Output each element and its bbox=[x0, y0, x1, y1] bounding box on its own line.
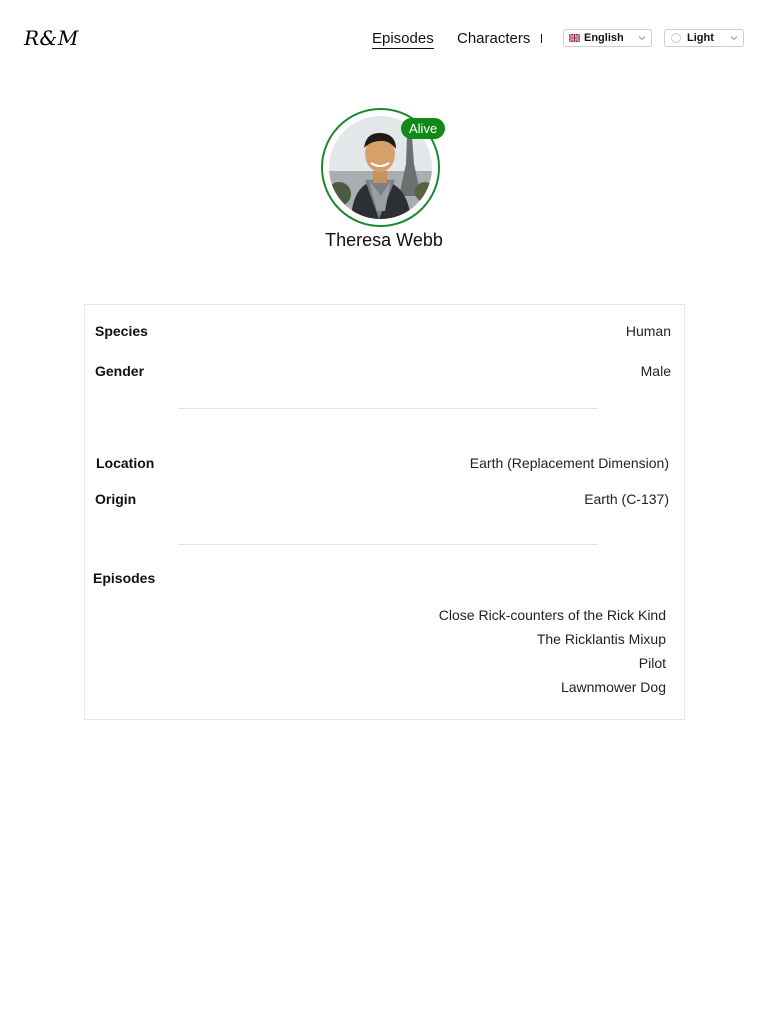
gender-value: Male bbox=[640, 363, 671, 379]
language-select[interactable]: English bbox=[563, 29, 652, 47]
episode-list: Close Rick-counters of the Rick Kind The… bbox=[439, 603, 666, 699]
character-name: Theresa Webb bbox=[325, 230, 443, 250]
circle-icon bbox=[671, 33, 681, 43]
origin-label: Origin bbox=[95, 491, 137, 507]
status-badge: Alive bbox=[401, 118, 446, 139]
nav-episodes-link[interactable]: Episodes bbox=[372, 30, 434, 49]
chevron-down-icon bbox=[730, 36, 738, 41]
species-label: Species bbox=[95, 323, 148, 339]
language-select-value: English bbox=[584, 32, 624, 44]
gender-label: Gender bbox=[95, 363, 145, 379]
episodes-label: Episodes bbox=[93, 570, 156, 586]
theme-select-value: Light bbox=[687, 32, 714, 44]
location-label: Location bbox=[96, 455, 155, 471]
character-details-card: Species Human Gender Male Location Earth… bbox=[84, 304, 685, 720]
divider bbox=[178, 408, 598, 409]
uk-flag-icon bbox=[569, 34, 580, 42]
chevron-down-icon bbox=[638, 36, 646, 41]
nav-divider bbox=[541, 34, 542, 43]
episode-list-item[interactable]: The Ricklantis Mixup bbox=[439, 627, 666, 651]
divider bbox=[178, 544, 598, 545]
location-value[interactable]: Earth (Replacement Dimension) bbox=[470, 455, 669, 471]
species-value: Human bbox=[625, 323, 671, 339]
theme-select[interactable]: Light bbox=[664, 29, 744, 47]
episode-list-item[interactable]: Pilot bbox=[439, 651, 666, 675]
episode-list-item[interactable]: Close Rick-counters of the Rick Kind bbox=[439, 603, 666, 627]
episode-list-item[interactable]: Lawnmower Dog bbox=[439, 675, 666, 699]
nav-characters-link[interactable]: Characters bbox=[457, 30, 530, 47]
origin-value[interactable]: Earth (C-137) bbox=[584, 491, 669, 507]
logo[interactable]: R&M bbox=[24, 26, 79, 50]
